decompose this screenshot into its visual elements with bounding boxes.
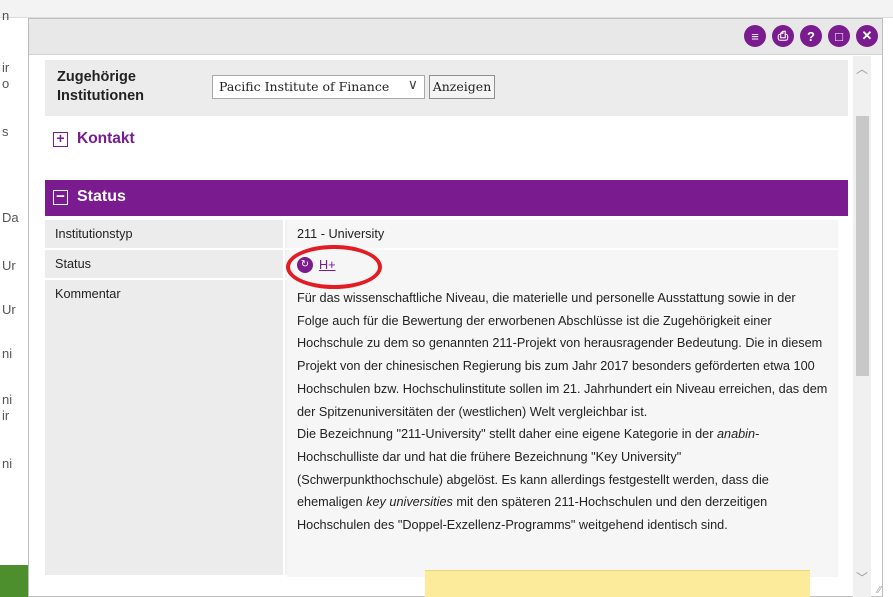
row-value: 211 - University [287,220,838,248]
titlebar-icon-group: ≡ ⎙ ? □ ✕ [744,25,878,47]
chevron-down-icon: ∨ [407,77,418,93]
status-table: Institutionstyp 211 - University Status … [45,220,838,577]
comment-text: Für das wissenschaftliche Niveau, die ma… [287,280,838,577]
bg-letter: o [2,76,10,91]
kontakt-label: Kontakt [77,130,135,147]
bg-letter: Ur [2,302,16,317]
scroll-up-icon[interactable]: ︿ [853,60,871,76]
show-button[interactable]: Anzeigen [429,75,495,99]
institution-dialog: ≡ ⎙ ? □ ✕ Zugehörige Institutionen Pacif… [28,18,883,597]
institution-select[interactable]: Pacific Institute of Finance ∨ [212,75,425,99]
bg-letter: n [2,8,10,23]
resize-handle-icon[interactable]: ⁄⁄ [878,585,881,596]
bg-letter: Da [2,210,19,225]
close-icon[interactable]: ✕ [856,25,878,47]
scroll-down-icon[interactable]: ﹀ [853,569,871,585]
comment-paragraph-1: Für das wissenschaftliche Niveau, die ma… [297,291,828,419]
institution-select-value: Pacific Institute of Finance [219,79,390,94]
kontakt-section-toggle[interactable]: + Kontakt [45,128,848,156]
collapse-icon: − [53,189,68,205]
background-header [0,0,893,18]
row-key: Status [45,250,285,278]
bg-letter: ni [2,456,13,471]
print-icon[interactable]: ⎙ [772,25,794,47]
dialog-content: Zugehörige Institutionen Pacific Institu… [45,56,848,591]
table-row: Status ↻ H+ [45,250,838,280]
bg-letter: Ur [2,258,16,273]
bg-letter: s [2,124,9,139]
status-section-label: Status [77,188,126,205]
bg-letter: ni [2,392,13,407]
row-key: Kommentar [45,280,285,575]
background-left-column: n ir o s Da Ur Ur ni ni ir ni [0,0,30,597]
yellow-note [425,570,810,597]
table-row: Institutionstyp 211 - University [45,220,838,250]
bg-letter: ir [2,408,10,423]
expand-icon: + [53,131,68,147]
scrollbar[interactable]: ︿ ﹀ [853,56,871,597]
row-key: Institutionstyp [45,220,285,248]
list-icon[interactable]: ≡ [744,25,766,47]
bg-letter: ni [2,346,13,361]
comment-italic-key-universities: key universities [366,495,453,510]
status-section-header[interactable]: − Status [45,180,848,216]
highlight-annotation [286,245,382,289]
bg-letter: ir [2,60,10,75]
background-green-bar [0,565,30,597]
maximize-icon[interactable]: □ [828,25,850,47]
scroll-thumb[interactable] [856,116,869,376]
dialog-titlebar[interactable]: ≡ ⎙ ? □ ✕ [29,19,882,55]
institutions-row: Zugehörige Institutionen Pacific Institu… [45,60,848,116]
comment-italic-anabin: anabin [716,427,756,442]
table-row: Kommentar Für das wissenschaftliche Nive… [45,280,838,577]
help-icon[interactable]: ? [800,25,822,47]
institutions-label: Zugehörige Institutionen [57,69,144,104]
comment-paragraph-2a: Die Bezeichnung "211-University" stellt … [297,427,717,442]
